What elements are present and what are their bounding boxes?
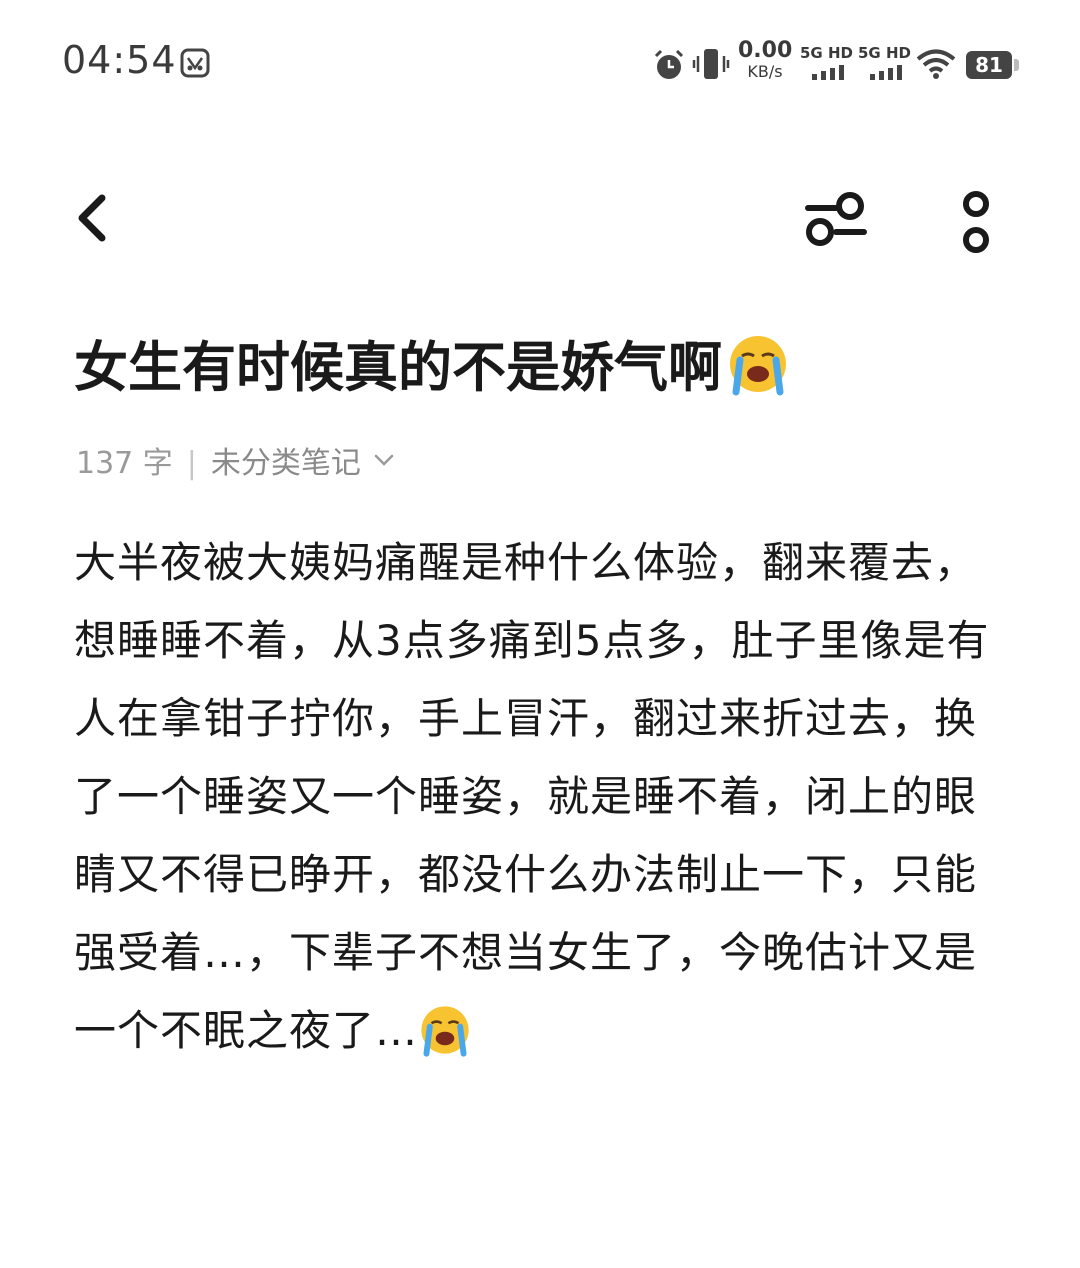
note-meta: 137 字 | 未分类笔记	[76, 438, 395, 482]
status-time: 04:54	[62, 38, 177, 82]
signal-icon	[812, 65, 844, 80]
note-toolbar	[0, 170, 1080, 270]
more-vertical-icon[interactable]	[946, 182, 1006, 254]
back-icon[interactable]	[68, 190, 124, 246]
loudly-crying-emoji-icon	[421, 1006, 469, 1057]
battery-level: 81	[975, 53, 1003, 77]
net-speed: 0.00 KB/s	[738, 40, 792, 80]
signal-icon	[870, 65, 902, 80]
notification-app-icon	[180, 48, 210, 78]
net-speed-value: 0.00	[738, 38, 793, 63]
vibrate-icon	[692, 49, 730, 79]
wifi-icon	[916, 49, 956, 79]
meta-separator: |	[186, 446, 197, 481]
battery-icon: 81	[966, 51, 1019, 79]
note-body[interactable]: 大半夜被大姨妈痛醒是种什么体验，翻来覆去，想睡睡不着，从3点多痛到5点多，肚子里…	[74, 524, 998, 1070]
loudly-crying-emoji-icon	[730, 336, 786, 396]
category-label: 未分类笔记	[210, 446, 361, 481]
category-selector[interactable]: 未分类笔记	[211, 446, 395, 481]
sim2-label: 5G HD	[858, 44, 911, 62]
chevron-down-icon	[374, 454, 394, 466]
signal-sim1: 5G HD	[800, 44, 854, 84]
word-count: 137 字	[76, 446, 173, 481]
alarm-icon	[654, 49, 684, 79]
sim1-label: 5G HD	[800, 44, 853, 62]
note-body-text: 大半夜被大姨妈痛醒是种什么体验，翻来覆去，想睡睡不着，从3点多痛到5点多，肚子里…	[74, 538, 990, 1055]
signal-sim2: 5G HD	[858, 44, 912, 84]
note-title[interactable]: 女生有时候真的不是娇气啊	[74, 330, 1014, 406]
settings-sliders-icon[interactable]	[800, 182, 872, 254]
status-bar: 04:54 0.00 KB/s 5G HD 5G HD 81	[0, 0, 1080, 130]
net-speed-unit: KB/s	[747, 62, 783, 81]
note-title-text: 女生有时候真的不是娇气啊	[74, 336, 722, 399]
